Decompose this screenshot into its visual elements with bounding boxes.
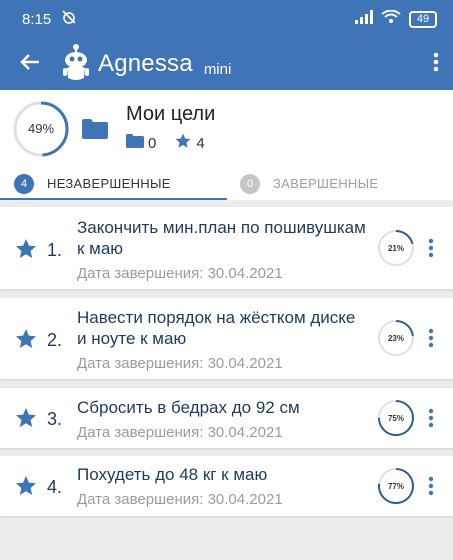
goal-number: 1. — [47, 240, 63, 260]
folder-small-icon — [126, 134, 144, 152]
stars-count: 4 — [196, 134, 205, 152]
back-button[interactable] — [0, 53, 60, 76]
wifi-icon — [381, 9, 401, 28]
app-bar: Agnessa mini — [0, 38, 453, 90]
tab-incomplete-count: 4 — [14, 173, 34, 194]
goal-due-date: Дата завершения: 30.04.2021 — [77, 491, 283, 508]
folder-icon — [82, 119, 108, 144]
status-bar: 8:15 49 — [0, 0, 453, 38]
more-vertical-icon[interactable] — [428, 238, 434, 263]
goal-number: 4. — [47, 477, 63, 497]
overall-progress-ring: 49% — [13, 101, 69, 157]
star-small-icon — [174, 132, 192, 154]
goal-title: Закончить мин.план по пошивушкам к маю — [77, 218, 366, 258]
goal-progress-ring: 75% — [377, 399, 415, 437]
more-vertical-icon[interactable] — [428, 408, 434, 433]
tab-incomplete[interactable]: 4 НЕЗАВЕРШЕННЫЕ — [14, 167, 171, 200]
alarm-off-icon — [61, 9, 77, 29]
goal-number: 3. — [47, 409, 63, 429]
signal-icon — [355, 10, 373, 28]
folders-count: 0 — [148, 134, 157, 152]
goal-progress-ring: 21% — [377, 229, 415, 267]
tab-complete-label: ЗАВЕРШЕННЫЕ — [273, 176, 379, 191]
arrow-left-icon — [20, 53, 40, 76]
more-vertical-icon[interactable] — [428, 328, 434, 353]
active-tab-indicator — [0, 198, 227, 200]
tab-bar: 4 НЕЗАВЕРШЕННЫЕ 0 ЗАВЕРШЕННЫЕ — [0, 167, 453, 200]
goal-stats: 0 4 — [126, 132, 215, 154]
goal-progress-label: 23% — [387, 333, 404, 343]
star-icon[interactable] — [14, 327, 38, 356]
star-icon[interactable] — [14, 237, 38, 266]
goal-progress-label: 21% — [387, 243, 404, 253]
goal-progress-label: 77% — [387, 481, 404, 491]
star-icon[interactable] — [14, 474, 38, 503]
more-vertical-icon[interactable] — [428, 476, 434, 501]
tab-incomplete-label: НЕЗАВЕРШЕННЫЕ — [47, 176, 171, 191]
overall-progress-label: 49% — [27, 121, 55, 136]
overflow-menu-button[interactable] — [433, 51, 439, 78]
goal-card[interactable]: 2. Навести порядок на жёстком диске и но… — [0, 298, 453, 379]
tab-complete[interactable]: 0 ЗАВЕРШЕННЫЕ — [240, 167, 378, 200]
goal-progress-label: 75% — [387, 413, 404, 423]
goal-title: Похудеть до 48 кг к маю — [77, 465, 268, 484]
goal-due-date: Дата завершения: 30.04.2021 — [77, 265, 283, 282]
goal-card[interactable]: 3. Сбросить в бедрах до 92 см Дата завер… — [0, 388, 453, 448]
goal-card[interactable]: 1. Закончить мин.план по пошивушкам к ма… — [0, 207, 453, 289]
goals-header: 49% Мои цели 0 4 — [0, 90, 453, 167]
goal-due-date: Дата завершения: 30.04.2021 — [77, 424, 283, 441]
page-title: Мои цели — [126, 103, 216, 125]
tab-complete-count: 0 — [240, 173, 260, 194]
goal-progress-ring: 77% — [377, 467, 415, 505]
goal-title: Сбросить в бедрах до 92 см — [77, 398, 300, 417]
star-icon[interactable] — [14, 406, 38, 435]
goal-card[interactable]: 4. Похудеть до 48 кг к маю Дата завершен… — [0, 456, 453, 516]
app-subtitle: mini — [203, 60, 232, 78]
goal-title: Навести порядок на жёстком диске и ноуте… — [77, 308, 356, 348]
battery-icon: 49 — [409, 10, 437, 28]
status-time: 8:15 — [22, 10, 52, 28]
goal-progress-ring: 23% — [377, 319, 415, 357]
more-vertical-icon — [433, 52, 439, 77]
goal-number: 2. — [47, 330, 63, 350]
app-title: Agnessa — [98, 50, 193, 77]
robot-logo-icon — [60, 42, 92, 87]
goal-due-date: Дата завершения: 30.04.2021 — [77, 355, 283, 372]
